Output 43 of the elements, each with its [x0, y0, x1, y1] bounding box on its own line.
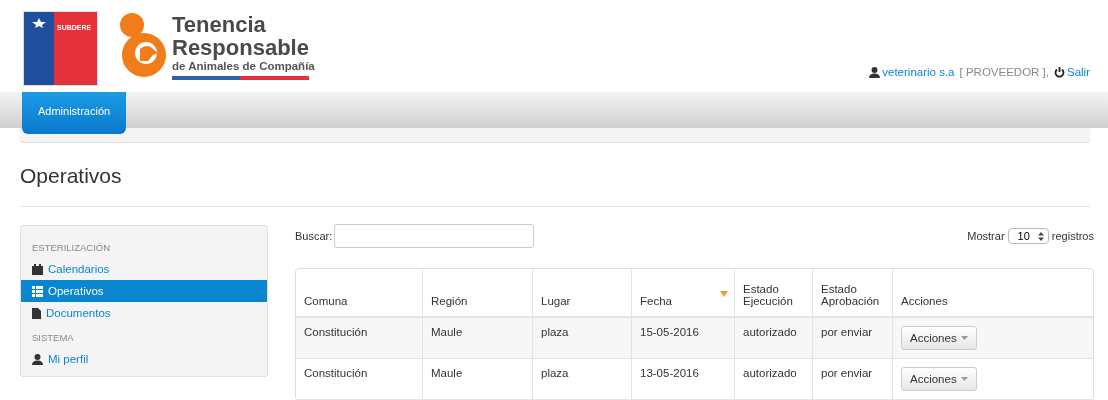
table-cell: Constitución	[296, 318, 423, 359]
table-cell: por enviar	[813, 318, 893, 359]
sidebar-item[interactable]: Calendarios	[21, 258, 267, 280]
table-cell: Constitución	[296, 359, 423, 400]
table-cell: 13-05-2016	[632, 359, 735, 400]
brand-title: Tenencia	[172, 13, 267, 36]
sidebar-heading: ESTERILIZACIÓN	[31, 241, 112, 255]
user-link[interactable]: veterinario s.a	[882, 66, 955, 78]
sidebar-heading: SISTEMA	[31, 331, 75, 345]
actions-button[interactable]: Acciones	[901, 326, 977, 350]
brand-title: Responsable	[172, 36, 310, 59]
table-cell: Maule	[423, 359, 533, 400]
user-icon	[32, 353, 43, 365]
page-length-select[interactable]: 10	[1007, 228, 1049, 244]
caret-icon	[960, 336, 968, 340]
actions-button[interactable]: Acciones	[901, 367, 977, 391]
sidebar-item[interactable]: Documentos	[21, 302, 267, 324]
list-icon	[32, 285, 43, 297]
calendar-icon	[32, 263, 43, 275]
table-cell: 15-05-2016	[632, 318, 735, 359]
search-field[interactable]	[334, 224, 535, 248]
table-cell: autorizado	[735, 359, 813, 400]
user-role: [ PROVEEDOR ],	[959, 66, 1049, 78]
sidebar-item[interactable]: Mi perfil	[21, 348, 267, 370]
table-cell: plaza	[533, 318, 632, 359]
table-cell: plaza	[533, 359, 632, 400]
table-cell: por enviar	[813, 359, 893, 400]
nav-tab[interactable]: Administración	[22, 92, 127, 134]
logout-link[interactable]: Salir	[1067, 66, 1090, 78]
user-icon	[869, 66, 881, 78]
star-icon	[32, 18, 46, 28]
length-label: registros	[1051, 230, 1094, 242]
table-cell: Maule	[423, 318, 533, 359]
length-label: Mostrar	[967, 230, 1005, 242]
caret-icon	[960, 377, 968, 381]
search-label: Buscar:	[295, 230, 333, 242]
updown-icon	[1037, 231, 1044, 241]
brand-subtitle: de Animales de Compañía	[172, 60, 315, 72]
table-cell: autorizado	[735, 318, 813, 359]
file-icon	[32, 307, 41, 319]
page-title: Operativos	[20, 164, 123, 188]
power-icon	[1054, 66, 1065, 78]
sidebar-item[interactable]: Operativos	[21, 280, 267, 302]
